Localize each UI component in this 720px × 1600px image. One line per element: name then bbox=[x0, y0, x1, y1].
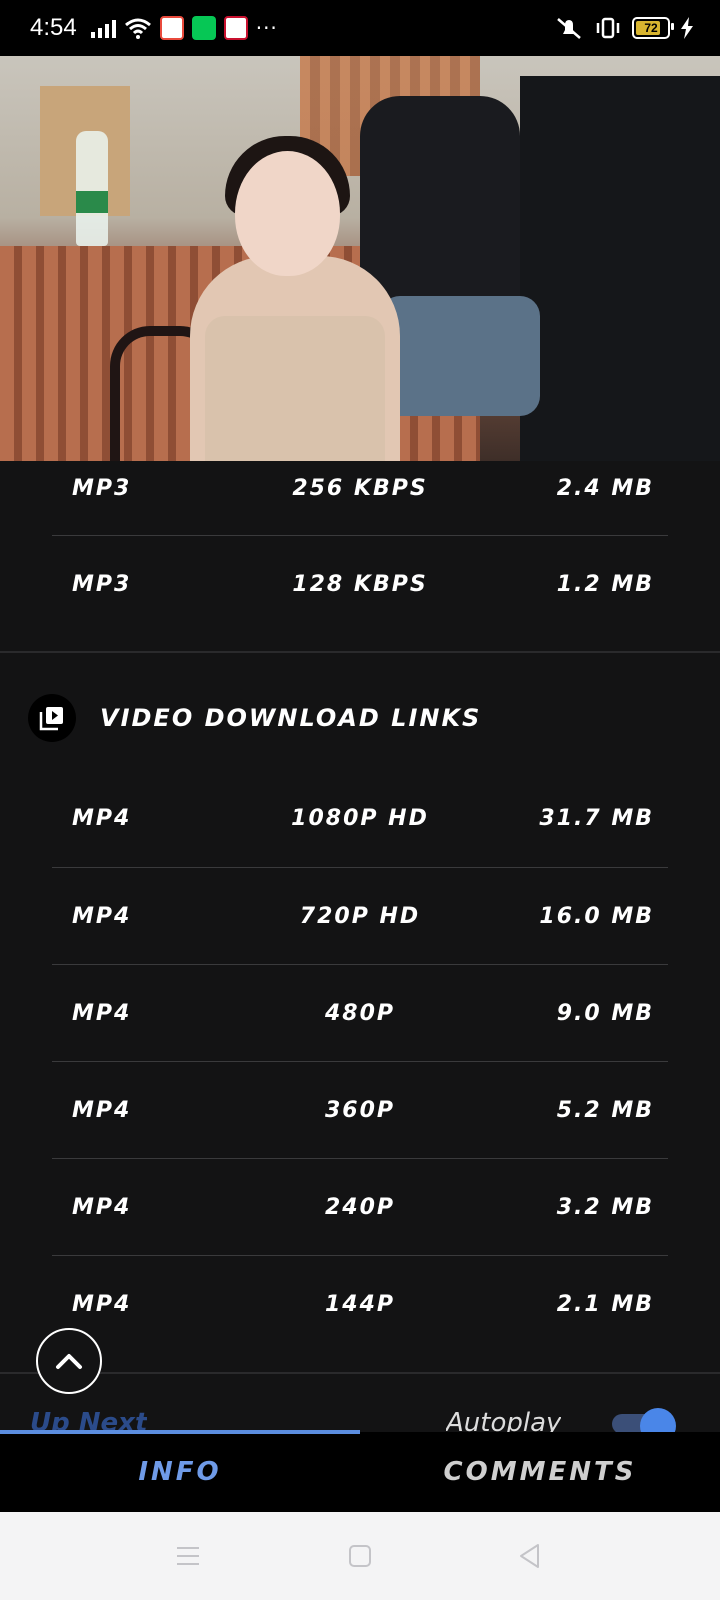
back-icon[interactable] bbox=[516, 1542, 544, 1570]
battery-level: 72 bbox=[644, 21, 658, 35]
size-label: 3.2 MB bbox=[556, 1194, 654, 1220]
battery-icon: 72 bbox=[632, 17, 674, 39]
audio-download-row[interactable]: MP3 128 KBPS 1.2 MB bbox=[52, 536, 668, 632]
video-player[interactable] bbox=[0, 56, 720, 461]
video-library-icon bbox=[28, 694, 76, 742]
section-title: VIDEO DOWNLOAD LINKS bbox=[100, 704, 482, 732]
video-download-row[interactable]: MP4 1080P HD 31.7 MB bbox=[52, 770, 668, 866]
audio-download-row[interactable]: MP3 256 KBPS 2.4 MB bbox=[52, 440, 668, 536]
app-notification-icon bbox=[159, 16, 184, 40]
mute-icon bbox=[557, 18, 581, 39]
video-frame-detail bbox=[235, 151, 340, 276]
autoplay-label: Autoplay bbox=[446, 1408, 562, 1432]
charging-icon bbox=[681, 17, 693, 39]
autoplay-toggle[interactable] bbox=[612, 1408, 676, 1444]
video-frame-detail bbox=[76, 131, 108, 246]
tab-info[interactable]: INFO bbox=[0, 1432, 360, 1512]
system-navigation-bar bbox=[0, 1512, 720, 1600]
status-icons-left: ··· bbox=[90, 16, 278, 40]
line-app-icon bbox=[191, 16, 216, 40]
size-label: 2.1 MB bbox=[556, 1291, 654, 1317]
size-label: 1.2 MB bbox=[556, 571, 654, 597]
status-bar: 4:54 ··· 72 bbox=[0, 0, 720, 56]
home-icon[interactable] bbox=[346, 1542, 374, 1570]
size-label: 5.2 MB bbox=[556, 1097, 654, 1123]
section-divider bbox=[0, 1372, 720, 1374]
video-download-row[interactable]: MP4 240P 3.2 MB bbox=[52, 1159, 668, 1255]
menu-icon[interactable] bbox=[174, 1542, 202, 1570]
status-icons-right: 72 bbox=[554, 16, 694, 40]
video-download-row[interactable]: MP4 144P 2.1 MB bbox=[52, 1256, 668, 1352]
status-time: 4:54 bbox=[30, 14, 77, 41]
more-notifications-icon: ··· bbox=[255, 16, 278, 40]
vibrate-icon bbox=[596, 17, 620, 39]
size-label: 2.4 MB bbox=[556, 475, 654, 501]
tab-bar: INFO COMMENTS bbox=[0, 1432, 720, 1512]
size-label: 16.0 MB bbox=[539, 903, 654, 929]
video-download-row[interactable]: MP4 720P HD 16.0 MB bbox=[52, 868, 668, 964]
size-label: 9.0 MB bbox=[556, 1000, 654, 1026]
video-download-row[interactable]: MP4 360P 5.2 MB bbox=[52, 1062, 668, 1158]
scroll-to-top-button[interactable] bbox=[36, 1328, 102, 1394]
wifi-icon bbox=[124, 18, 151, 39]
signal-icon bbox=[90, 18, 116, 38]
up-next-label: Up Next bbox=[30, 1408, 148, 1432]
size-label: 31.7 MB bbox=[539, 805, 654, 831]
section-divider bbox=[0, 651, 720, 653]
video-frame-detail bbox=[380, 296, 540, 416]
video-frame-detail bbox=[520, 76, 720, 461]
tab-comments[interactable]: COMMENTS bbox=[360, 1432, 720, 1512]
chevron-up-icon bbox=[56, 1354, 82, 1369]
active-tab-indicator bbox=[0, 1430, 360, 1434]
news-app-icon bbox=[223, 16, 248, 40]
video-links-header: VIDEO DOWNLOAD LINKS bbox=[28, 694, 481, 742]
video-download-row[interactable]: MP4 480P 9.0 MB bbox=[52, 965, 668, 1061]
